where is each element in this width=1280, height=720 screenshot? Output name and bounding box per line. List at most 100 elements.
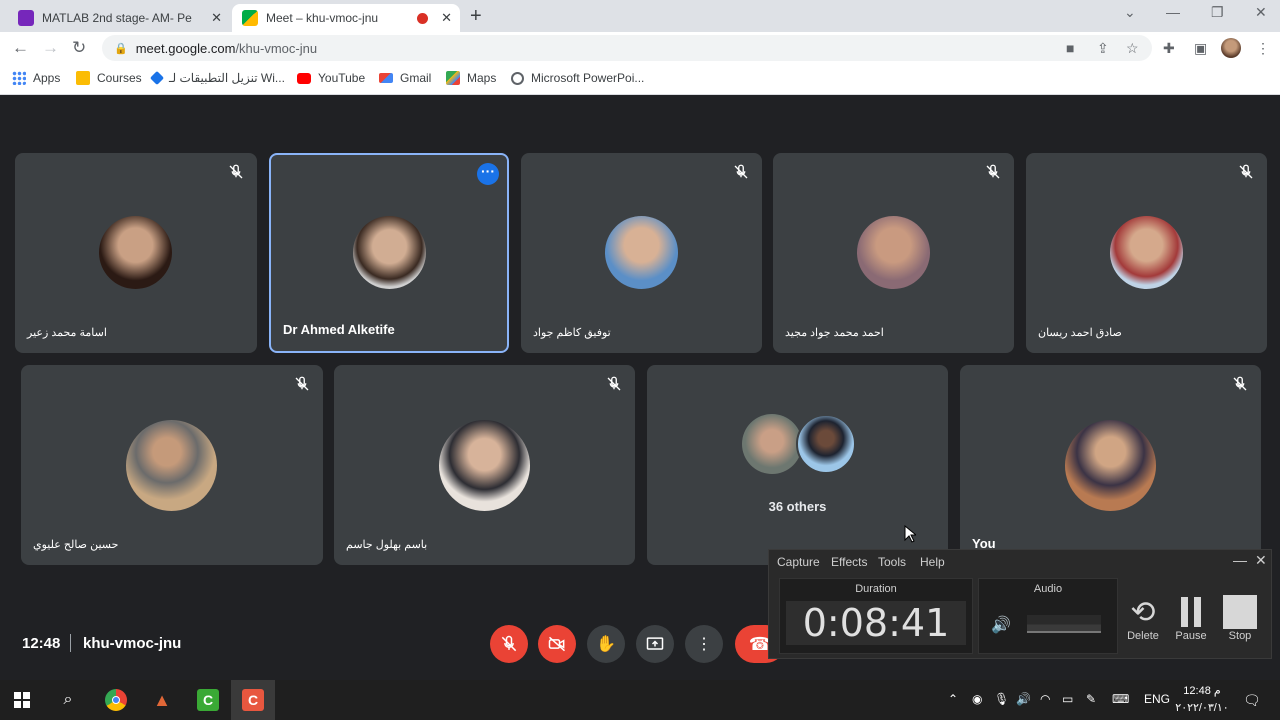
classroom-icon <box>76 71 90 85</box>
back-icon[interactable]: ← <box>12 38 29 58</box>
close-icon[interactable]: ✕ <box>1255 552 1267 569</box>
camera-toggle-button[interactable] <box>538 625 576 663</box>
mic-off-icon <box>1239 164 1253 179</box>
delete-button[interactable]: ⟲ Delete <box>1123 594 1163 643</box>
present-button[interactable] <box>636 625 674 663</box>
speaker-icon[interactable]: 🔊 <box>991 615 1011 635</box>
bookmark-powerpoint[interactable]: Microsoft PowerPoi... <box>511 71 644 85</box>
bookmark-download[interactable]: تنزيل التطبيقات لـ Wi... <box>149 70 285 86</box>
avatar <box>99 216 172 289</box>
keyboard-icon[interactable]: ⌨ <box>1112 692 1129 706</box>
bookmark-star-icon[interactable]: ☆ <box>1126 40 1139 57</box>
bookmark-maps[interactable]: Maps <box>446 71 496 85</box>
restore-icon[interactable]: ❐ <box>1211 4 1224 21</box>
participant-tile[interactable]: احمد محمد جواد مجيد <box>773 153 1014 353</box>
bookmarks-bar: Apps Courses تنزيل التطبيقات لـ Wi... Yo… <box>0 64 1280 95</box>
tab-strip: MATLAB 2nd stage- AM- Pe. & C ✕ Meet – k… <box>0 0 1280 32</box>
more-options-icon[interactable]: ··· <box>477 163 499 185</box>
tab-search-icon[interactable]: ⌄ <box>1124 4 1136 21</box>
extensions-icon[interactable]: ✚ <box>1163 40 1175 57</box>
pen-icon[interactable]: ✎ <box>1086 692 1096 706</box>
bookmark-label: YouTube <box>318 71 366 85</box>
menu-kebab-icon[interactable]: ⋮ <box>1256 40 1270 57</box>
bookmark-label: Maps <box>467 71 497 85</box>
bookmark-apps[interactable]: Apps <box>12 71 60 85</box>
raise-hand-button[interactable]: ✋ <box>587 625 625 663</box>
self-tile[interactable]: You <box>960 365 1261 565</box>
tab-meet[interactable]: Meet – khu-vmoc-jnu ✕ <box>232 4 460 32</box>
wifi-icon[interactable]: ◠ <box>1040 692 1050 706</box>
address-bar[interactable]: 🔒 meet.google.com/khu-vmoc-jnu <box>102 35 1152 61</box>
search-icon[interactable]: ⌕ <box>56 688 80 712</box>
microphone-tray-icon[interactable]: 🎙 <box>994 692 1009 706</box>
mic-off-icon <box>986 164 1000 179</box>
divider <box>70 634 71 652</box>
tab-matlab[interactable]: MATLAB 2nd stage- AM- Pe. & C ✕ <box>8 4 230 32</box>
participant-tile[interactable]: باسم بهلول جاسم <box>334 365 635 565</box>
participant-tile[interactable]: حسين صالح عليوي <box>21 365 323 565</box>
lock-icon[interactable]: 🔒 <box>114 42 128 55</box>
bookmark-label: Courses <box>97 71 142 85</box>
battery-icon[interactable]: ▭ <box>1062 692 1073 706</box>
mic-off-icon <box>607 376 621 391</box>
close-icon[interactable]: ✕ <box>441 10 452 26</box>
stop-label: Stop <box>1228 630 1252 642</box>
bookmark-label: تنزيل التطبيقات لـ Wi... <box>169 71 285 85</box>
minimize-icon[interactable]: — <box>1233 552 1247 568</box>
participant-tile[interactable]: توفيق كاظم جواد <box>521 153 762 353</box>
menu-help[interactable]: Help <box>920 555 945 569</box>
bookmark-gmail[interactable]: Gmail <box>379 71 431 85</box>
avatar <box>353 216 426 289</box>
system-clock[interactable]: 12:48 م ٢٠٢٢/٠٣/١٠ <box>1172 683 1232 717</box>
menu-capture[interactable]: Capture <box>777 555 820 569</box>
browser-toolbar: ← → ↻ 🔒 meet.google.com/khu-vmoc-jnu ■ ⇪… <box>0 32 1280 64</box>
mic-toggle-button[interactable] <box>490 625 528 663</box>
clock-date: ٢٠٢٢/٠٣/١٠ <box>1175 702 1229 714</box>
menu-effects[interactable]: Effects <box>831 555 867 569</box>
profile-avatar[interactable] <box>1221 38 1241 58</box>
mic-off-icon <box>501 635 517 652</box>
delete-label: Delete <box>1127 630 1159 642</box>
stop-button[interactable]: Stop <box>1220 594 1260 642</box>
chrome-app-icon[interactable] <box>104 688 128 712</box>
side-panel-icon[interactable]: ▣ <box>1194 40 1207 57</box>
recorder-panel: Capture Effects Tools Help — ✕ Duration … <box>768 549 1272 659</box>
more-options-button[interactable]: ⋮ <box>685 625 723 663</box>
share-icon[interactable]: ⇪ <box>1097 40 1109 57</box>
close-icon[interactable]: ✕ <box>211 10 222 26</box>
camera-indicator-icon[interactable]: ■ <box>1066 40 1074 56</box>
participant-name: توفيق كاظم جواد <box>533 327 611 339</box>
bookmark-courses[interactable]: Courses <box>76 71 142 85</box>
others-tile[interactable]: 36 others <box>647 365 948 565</box>
language-indicator[interactable]: ENG <box>1144 692 1170 706</box>
reload-icon[interactable]: ↻ <box>72 38 86 58</box>
mic-off-icon <box>295 376 309 391</box>
matlab-app-icon[interactable]: ▲ <box>150 688 174 712</box>
participant-tile[interactable]: صادق احمد ريسان <box>1026 153 1267 353</box>
avatar <box>1065 420 1156 511</box>
globe-icon <box>511 71 524 85</box>
notifications-icon[interactable]: 🗨 <box>1243 692 1261 709</box>
meeting-code: khu-vmoc-jnu <box>83 635 182 652</box>
duration-label: Duration <box>855 583 897 595</box>
minimize-icon[interactable]: — <box>1166 4 1180 20</box>
menu-tools[interactable]: Tools <box>878 555 906 569</box>
camera-tray-icon[interactable]: ◉ <box>972 692 982 706</box>
participant-tile-active[interactable]: ··· Dr Ahmed Alketife <box>269 153 509 353</box>
bookmark-youtube[interactable]: YouTube <box>297 71 365 85</box>
gmail-icon <box>379 73 393 83</box>
window-close-icon[interactable]: ✕ <box>1255 4 1267 21</box>
camtasia-app-icon[interactable]: C <box>196 688 220 712</box>
windows-start-icon[interactable] <box>10 688 34 712</box>
audio-level-meter[interactable] <box>1027 615 1101 633</box>
forward-icon[interactable]: → <box>42 38 59 58</box>
duration-box: Duration 0:08:41 <box>779 578 973 654</box>
avatar <box>857 216 930 289</box>
recorder-app-icon[interactable]: C <box>241 688 265 712</box>
tray-overflow-icon[interactable]: ⌃ <box>948 692 958 706</box>
participant-tile[interactable]: اسامة محمد زعير <box>15 153 257 353</box>
new-tab-button[interactable]: + <box>470 5 482 28</box>
volume-icon[interactable]: 🔊 <box>1016 692 1031 706</box>
apps-grid-icon <box>12 71 26 85</box>
pause-button[interactable]: Pause <box>1171 594 1211 642</box>
